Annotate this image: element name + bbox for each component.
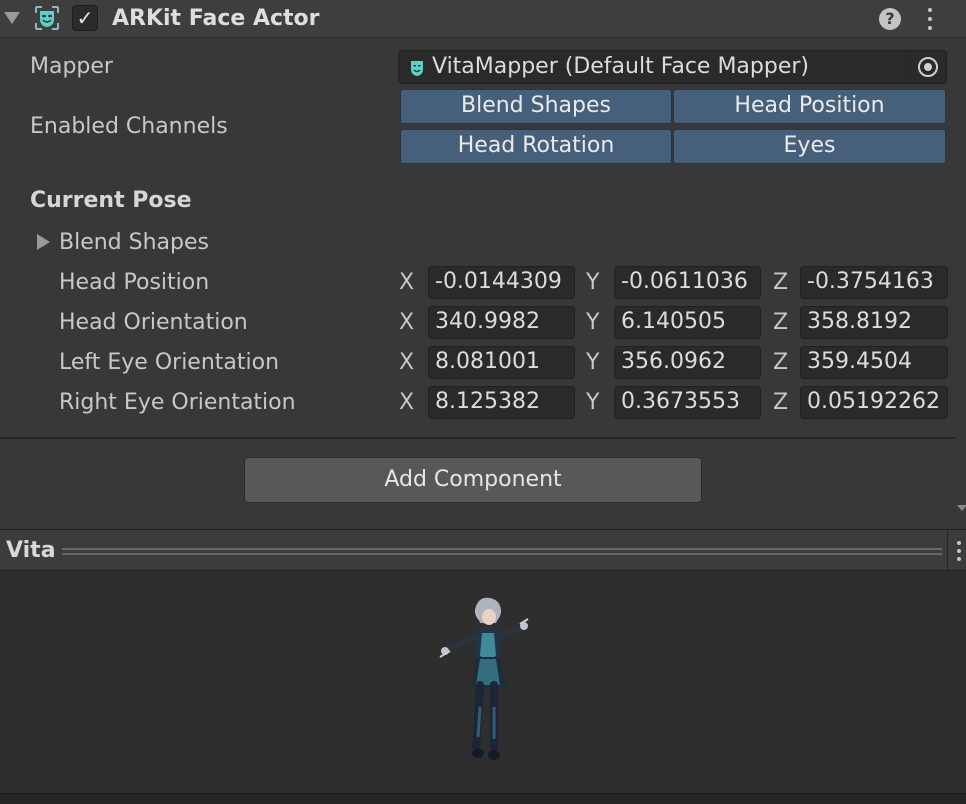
axis-y-label[interactable]: Y <box>586 350 599 375</box>
left-eye-orientation-x-field[interactable]: 8.081001 <box>428 346 575 379</box>
preview-header[interactable]: Vita <box>0 529 966 572</box>
foldout-arrow-icon[interactable] <box>4 12 20 24</box>
left-eye-orientation-z-field[interactable]: 359.4504 <box>800 346 948 379</box>
character-model-preview <box>439 597 529 760</box>
axis-z-label[interactable]: Z <box>773 350 788 375</box>
channel-eyes-button[interactable]: Eyes <box>673 129 946 164</box>
right-eye-orientation-z-field[interactable]: 0.05192262 <box>800 386 948 419</box>
left-eye-orientation-label: Left Eye Orientation <box>59 350 280 375</box>
axis-y-label[interactable]: Y <box>586 390 599 415</box>
head-orientation-z-field[interactable]: 358.8192 <box>800 306 948 339</box>
preview-title: Vita <box>6 538 56 563</box>
axis-y-label[interactable]: Y <box>586 270 599 295</box>
section-divider <box>0 437 956 439</box>
head-orientation-y-field[interactable]: 6.140505 <box>614 306 761 339</box>
axis-z-label[interactable]: Z <box>773 270 788 295</box>
axis-x-label[interactable]: X <box>399 310 414 335</box>
head-position-x-field[interactable]: -0.0144309 <box>428 266 575 299</box>
channel-head-rotation-button[interactable]: Head Rotation <box>400 129 672 164</box>
object-picker-icon[interactable] <box>908 51 946 83</box>
face-mapper-asset-icon <box>411 61 423 76</box>
axis-x-label[interactable]: X <box>399 270 414 295</box>
model-preview-viewport[interactable] <box>0 571 966 793</box>
head-orientation-x-field[interactable]: 340.9982 <box>428 306 575 339</box>
axis-z-label[interactable]: Z <box>773 390 788 415</box>
enabled-channels-label: Enabled Channels <box>30 114 228 139</box>
head-orientation-label: Head Orientation <box>59 310 248 335</box>
axis-z-label[interactable]: Z <box>773 310 788 335</box>
channel-blend-shapes-button[interactable]: Blend Shapes <box>400 89 672 124</box>
left-eye-orientation-y-field[interactable]: 356.0962 <box>614 346 761 379</box>
mapper-label: Mapper <box>30 54 113 79</box>
right-eye-orientation-x-field[interactable]: 8.125382 <box>428 386 575 419</box>
preview-drag-rule[interactable] <box>62 548 942 550</box>
right-eye-orientation-label: Right Eye Orientation <box>59 390 296 415</box>
preview-divider <box>947 530 948 572</box>
blend-shapes-foldout-label[interactable]: Blend Shapes <box>59 230 209 255</box>
bottom-bar <box>0 793 966 804</box>
head-position-y-field[interactable]: -0.0611036 <box>614 266 761 299</box>
add-component-button[interactable]: Add Component <box>244 457 702 503</box>
component-enabled-checkbox[interactable]: ✓ <box>72 5 98 31</box>
right-eye-orientation-y-field[interactable]: 0.3673553 <box>614 386 761 419</box>
preview-drag-rule[interactable] <box>62 553 942 555</box>
help-icon[interactable]: ? <box>879 8 901 30</box>
kebab-menu-icon[interactable] <box>921 6 939 32</box>
mapper-object-field[interactable]: VitaMapper (Default Face Mapper) <box>398 50 947 84</box>
axis-x-label[interactable]: X <box>399 350 414 375</box>
component-header[interactable]: ✓ ARKit Face Actor ? <box>0 0 966 38</box>
current-pose-title: Current Pose <box>30 188 192 213</box>
axis-y-label[interactable]: Y <box>586 310 599 335</box>
head-position-z-field[interactable]: -0.3754163 <box>800 266 948 299</box>
scroll-down-icon[interactable] <box>957 505 966 511</box>
mapper-value: VitaMapper (Default Face Mapper) <box>432 54 810 79</box>
preview-menu-icon[interactable] <box>957 541 965 561</box>
blend-shapes-foldout-icon[interactable] <box>37 234 50 250</box>
head-position-label: Head Position <box>59 270 210 295</box>
face-mask-icon <box>35 6 59 30</box>
axis-x-label[interactable]: X <box>399 390 414 415</box>
component-title: ARKit Face Actor <box>112 6 320 31</box>
channel-head-position-button[interactable]: Head Position <box>673 89 946 124</box>
inspector-panel: ✓ ARKit Face Actor ? Mapper VitaMapper (… <box>0 0 966 804</box>
